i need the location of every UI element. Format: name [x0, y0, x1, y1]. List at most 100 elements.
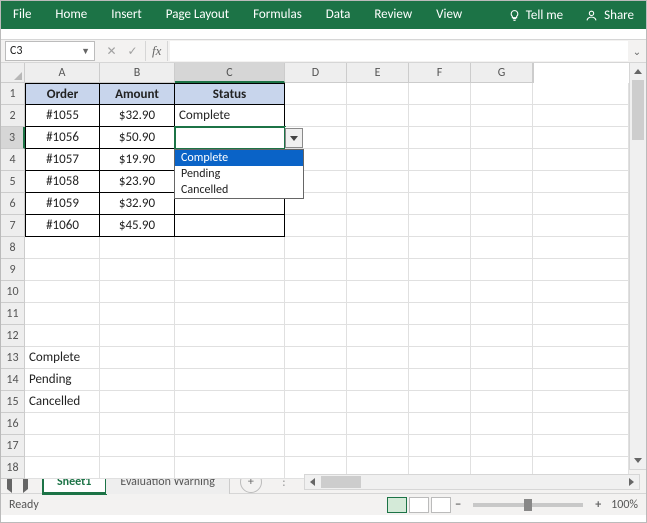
cell-F7[interactable]: [409, 215, 471, 237]
column-header-A[interactable]: A: [25, 63, 100, 83]
cell-A14[interactable]: Pending: [25, 369, 100, 391]
cell-B15[interactable]: [100, 391, 175, 413]
expand-formula-bar-icon[interactable]: ⌄: [628, 45, 646, 58]
row-header-16[interactable]: 16: [1, 413, 25, 435]
cell-D8[interactable]: [285, 237, 347, 259]
cell-X13[interactable]: [533, 347, 629, 369]
row-header-15[interactable]: 15: [1, 391, 25, 413]
cell-D7[interactable]: [285, 215, 347, 237]
cell-E9[interactable]: [347, 259, 409, 281]
data-validation-dropdown-list[interactable]: CompletePendingCancelled: [174, 149, 304, 199]
cell-D15[interactable]: [285, 391, 347, 413]
select-all-button[interactable]: [1, 63, 25, 83]
scroll-down-button[interactable]: [630, 452, 646, 469]
cell-A5[interactable]: #1058: [25, 171, 100, 193]
cell-X17[interactable]: [533, 435, 629, 457]
cell-G2[interactable]: [471, 105, 533, 127]
cell-X15[interactable]: [533, 391, 629, 413]
cell-F11[interactable]: [409, 303, 471, 325]
cell-B11[interactable]: [100, 303, 175, 325]
ribbon-tab-home[interactable]: Home: [43, 1, 99, 29]
cell-B2[interactable]: $32.90: [100, 105, 175, 127]
cell-G3[interactable]: [471, 127, 533, 149]
cell-X6[interactable]: [533, 193, 629, 215]
cell-F5[interactable]: [409, 171, 471, 193]
cell-B18[interactable]: [100, 457, 175, 479]
row-header-13[interactable]: 13: [1, 347, 25, 369]
cell-F13[interactable]: [409, 347, 471, 369]
cell-D17[interactable]: [285, 435, 347, 457]
cell-A13[interactable]: Complete: [25, 347, 100, 369]
cell-G9[interactable]: [471, 259, 533, 281]
zoom-in-button[interactable]: +: [591, 498, 605, 512]
cell-G8[interactable]: [471, 237, 533, 259]
cell-E15[interactable]: [347, 391, 409, 413]
cell-G6[interactable]: [471, 193, 533, 215]
column-header-E[interactable]: E: [347, 63, 409, 83]
cell-A12[interactable]: [25, 325, 100, 347]
cell-B13[interactable]: [100, 347, 175, 369]
cell-D11[interactable]: [285, 303, 347, 325]
cell-E14[interactable]: [347, 369, 409, 391]
column-header-D[interactable]: D: [285, 63, 347, 83]
cell-A15[interactable]: Cancelled: [25, 391, 100, 413]
row-header-4[interactable]: 4: [1, 149, 25, 171]
cell-B7[interactable]: $45.90: [100, 215, 175, 237]
cell-C8[interactable]: [175, 237, 285, 259]
cell-G13[interactable]: [471, 347, 533, 369]
cell-X16[interactable]: [533, 413, 629, 435]
cell-A8[interactable]: [25, 237, 100, 259]
cell-X4[interactable]: [533, 149, 629, 171]
cell-F17[interactable]: [409, 435, 471, 457]
ribbon-tab-formulas[interactable]: Formulas: [241, 1, 314, 29]
cancel-formula-icon[interactable]: ✕: [106, 44, 116, 59]
cell-G5[interactable]: [471, 171, 533, 193]
fx-icon[interactable]: fx: [145, 41, 168, 61]
cell-C17[interactable]: [175, 435, 285, 457]
zoom-slider[interactable]: [473, 503, 583, 507]
row-header-2[interactable]: 2: [1, 105, 25, 127]
cell-D2[interactable]: [285, 105, 347, 127]
cell-A6[interactable]: #1059: [25, 193, 100, 215]
dropdown-option-cancelled[interactable]: Cancelled: [175, 182, 303, 198]
view-normal-button[interactable]: [387, 497, 407, 513]
cell-B4[interactable]: $19.90: [100, 149, 175, 171]
cell-B3[interactable]: $50.90: [100, 127, 175, 149]
cell-C10[interactable]: [175, 281, 285, 303]
cell-C3[interactable]: [175, 127, 285, 149]
cell-E10[interactable]: [347, 281, 409, 303]
ribbon-tab-view[interactable]: View: [424, 1, 474, 29]
cell-B10[interactable]: [100, 281, 175, 303]
cell-G4[interactable]: [471, 149, 533, 171]
cell-A11[interactable]: [25, 303, 100, 325]
cell-A3[interactable]: #1056: [25, 127, 100, 149]
ribbon-tab-review[interactable]: Review: [362, 1, 424, 29]
row-header-17[interactable]: 17: [1, 435, 25, 457]
cell-C13[interactable]: [175, 347, 285, 369]
cell-A18[interactable]: [25, 457, 100, 479]
cell-E8[interactable]: [347, 237, 409, 259]
cell-X3[interactable]: [533, 127, 629, 149]
row-header-5[interactable]: 5: [1, 171, 25, 193]
column-header-F[interactable]: F: [409, 63, 471, 83]
cell-D13[interactable]: [285, 347, 347, 369]
ribbon-tab-pagelayout[interactable]: Page Layout: [154, 1, 241, 29]
cells-area[interactable]: OrderAmountStatus#1055$32.90Complete#105…: [25, 83, 629, 479]
vertical-scrollbar[interactable]: [629, 63, 646, 469]
cell-F8[interactable]: [409, 237, 471, 259]
cell-B8[interactable]: [100, 237, 175, 259]
cell-B12[interactable]: [100, 325, 175, 347]
cell-B6[interactable]: $32.90: [100, 193, 175, 215]
cell-X14[interactable]: [533, 369, 629, 391]
row-header-3[interactable]: 3: [1, 127, 25, 149]
cell-X5[interactable]: [533, 171, 629, 193]
column-header-C[interactable]: C: [175, 63, 285, 83]
scroll-left-button[interactable]: [305, 475, 321, 489]
column-header-B[interactable]: B: [100, 63, 175, 83]
share-button[interactable]: Share: [573, 8, 646, 23]
cell-D12[interactable]: [285, 325, 347, 347]
cell-C1[interactable]: Status: [175, 83, 285, 105]
cell-C16[interactable]: [175, 413, 285, 435]
vertical-scroll-thumb[interactable]: [632, 80, 644, 140]
tell-me[interactable]: Tell me: [498, 8, 573, 23]
